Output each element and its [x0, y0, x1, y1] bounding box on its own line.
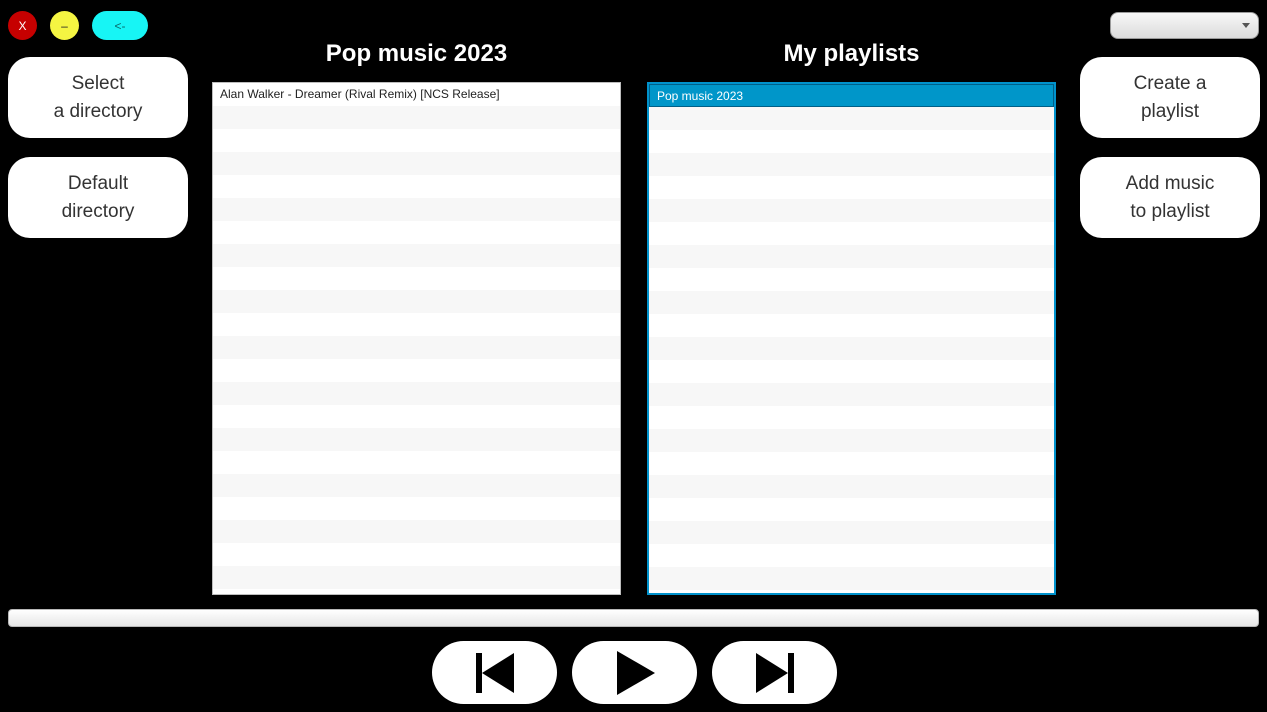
empty-row — [649, 452, 1054, 475]
empty-row — [649, 245, 1054, 268]
empty-row — [213, 497, 620, 520]
previous-button[interactable] — [432, 641, 557, 704]
empty-row — [213, 152, 620, 175]
app-window: X – <- Select a directory Default direct… — [0, 0, 1267, 712]
empty-row — [213, 336, 620, 359]
empty-row — [213, 428, 620, 451]
empty-row — [649, 406, 1054, 429]
playback-progress-bar[interactable] — [8, 609, 1259, 627]
empty-row — [649, 521, 1054, 544]
list-item[interactable]: Alan Walker - Dreamer (Rival Remix) [NCS… — [213, 83, 620, 106]
add-music-to-playlist-button[interactable]: Add music to playlist — [1080, 157, 1260, 238]
play-button[interactable] — [572, 641, 697, 704]
empty-row — [213, 244, 620, 267]
empty-row — [649, 383, 1054, 406]
playlists-panel-title: My playlists — [783, 40, 920, 67]
select-directory-button[interactable]: Select a directory — [8, 57, 188, 138]
empty-row — [213, 198, 620, 221]
empty-row — [649, 222, 1054, 245]
empty-row — [213, 566, 620, 589]
empty-row — [213, 221, 620, 244]
minimize-button[interactable]: – — [50, 11, 79, 40]
empty-row — [213, 359, 620, 382]
empty-row — [649, 475, 1054, 498]
skip-next-icon — [755, 652, 794, 693]
empty-row — [213, 520, 620, 543]
empty-row — [213, 405, 620, 428]
next-button[interactable] — [712, 641, 837, 704]
empty-row — [213, 451, 620, 474]
empty-row — [649, 199, 1054, 222]
skip-previous-icon — [475, 652, 514, 693]
play-icon — [616, 650, 655, 695]
empty-row — [649, 498, 1054, 521]
songs-panel-title: Pop music 2023 — [325, 40, 508, 67]
list-item[interactable]: Pop music 2023 — [649, 84, 1054, 107]
empty-row — [649, 314, 1054, 337]
chevron-down-icon — [1242, 23, 1250, 28]
playlists-list[interactable]: Pop music 2023 — [647, 82, 1056, 595]
empty-row — [213, 543, 620, 566]
back-button[interactable]: <- — [92, 11, 148, 40]
empty-row — [649, 337, 1054, 360]
songs-list[interactable]: Alan Walker - Dreamer (Rival Remix) [NCS… — [212, 82, 621, 595]
empty-row — [649, 176, 1054, 199]
empty-row — [213, 290, 620, 313]
empty-row — [649, 291, 1054, 314]
empty-row — [649, 153, 1054, 176]
empty-row — [213, 382, 620, 405]
create-playlist-button[interactable]: Create a playlist — [1080, 57, 1260, 138]
empty-row — [649, 544, 1054, 567]
empty-row — [213, 474, 620, 497]
empty-row — [213, 267, 620, 290]
default-directory-button[interactable]: Default directory — [8, 157, 188, 238]
empty-row — [213, 313, 620, 336]
empty-row — [649, 107, 1054, 130]
select-dropdown[interactable] — [1110, 12, 1259, 39]
empty-row — [213, 175, 620, 198]
empty-row — [649, 130, 1054, 153]
empty-row — [649, 268, 1054, 291]
empty-row — [213, 129, 620, 152]
empty-row — [649, 567, 1054, 590]
empty-row — [213, 106, 620, 129]
empty-row — [649, 429, 1054, 452]
empty-row — [649, 360, 1054, 383]
close-button[interactable]: X — [8, 11, 37, 40]
